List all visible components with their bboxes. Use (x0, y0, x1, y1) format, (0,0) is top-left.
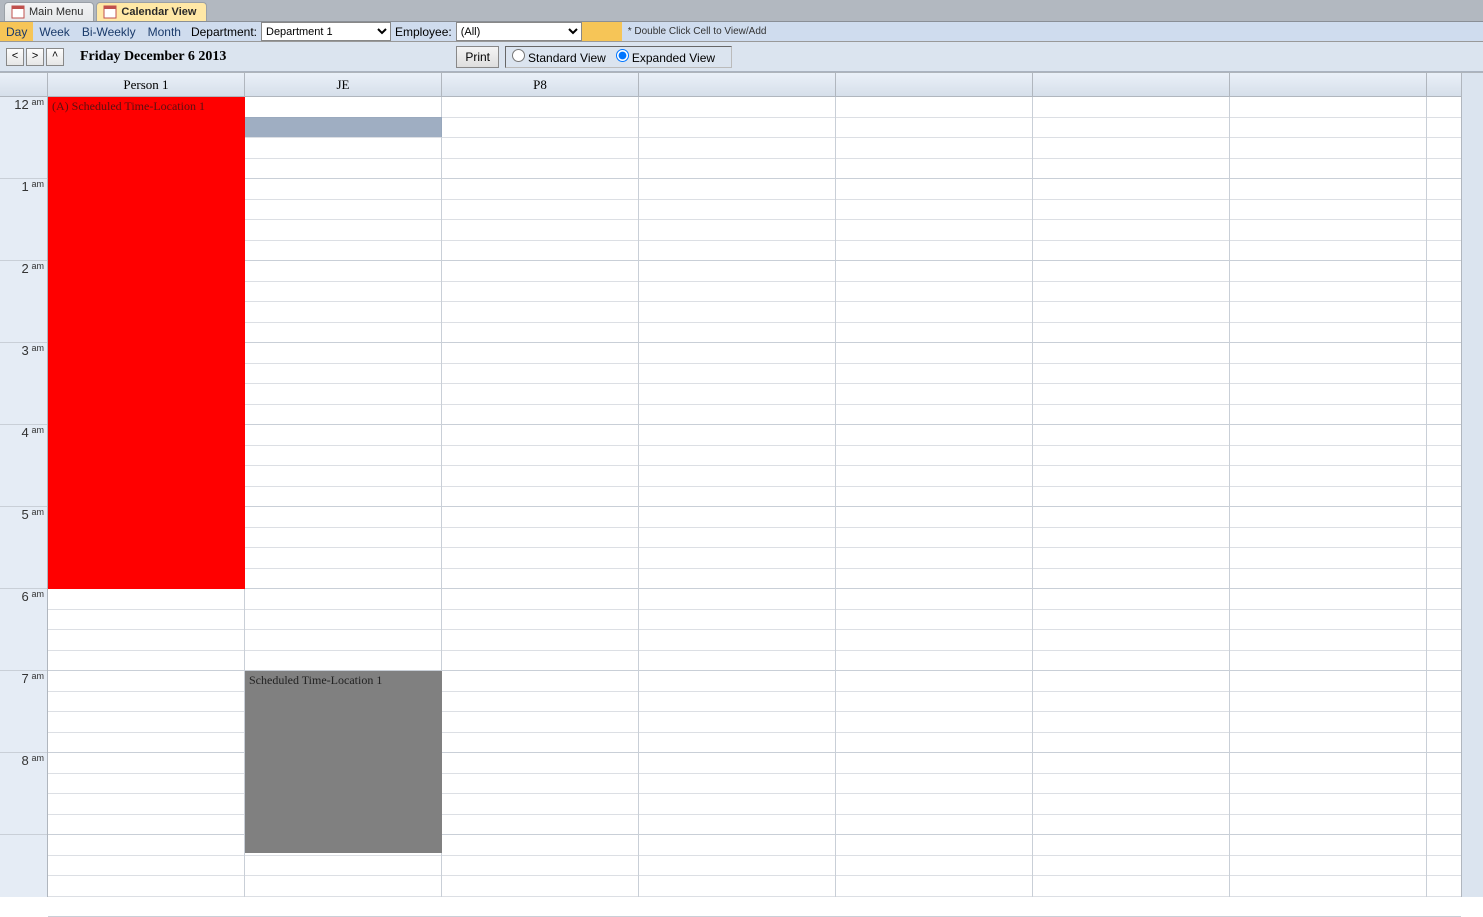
column-header[interactable] (1230, 73, 1427, 96)
print-button[interactable]: Print (456, 46, 499, 68)
time-slot[interactable] (48, 384, 1461, 405)
time-slot[interactable] (48, 897, 1461, 917)
time-slot[interactable] (48, 569, 1461, 590)
right-gutter (1461, 73, 1483, 897)
prev-button[interactable]: < (6, 48, 24, 66)
time-slot[interactable] (48, 487, 1461, 508)
tab-main-label: Main Menu (29, 6, 83, 18)
tab-main-menu[interactable]: Main Menu (4, 2, 94, 21)
column-header[interactable]: P8 (442, 73, 639, 96)
form-icon (11, 5, 25, 19)
view-month-button[interactable]: Month (142, 22, 187, 41)
time-slot[interactable] (48, 179, 1461, 200)
toolbar-spacer (772, 22, 1483, 41)
time-slot[interactable] (48, 610, 1461, 631)
time-label: 8 am (0, 753, 47, 835)
tab-calendar-label: Calendar View (121, 6, 196, 18)
time-slot[interactable] (48, 220, 1461, 241)
time-slot[interactable] (48, 446, 1461, 467)
time-slot[interactable] (48, 261, 1461, 282)
window-tab-bar: Main Menu Calendar View (0, 0, 1483, 22)
date-nav-bar: < > ^ Friday December 6 2013 Print Stand… (0, 42, 1483, 72)
employee-label: Employee: (391, 22, 456, 41)
view-radio-group: Standard View Expanded View (505, 46, 732, 68)
time-slot[interactable] (48, 323, 1461, 344)
time-slot[interactable] (48, 159, 1461, 180)
next-button[interactable]: > (26, 48, 44, 66)
department-label: Department: (187, 22, 261, 41)
time-label: 2 am (0, 261, 47, 343)
expanded-view-radio[interactable]: Expanded View (616, 49, 715, 65)
time-label: 5 am (0, 507, 47, 589)
column-header[interactable]: JE (245, 73, 442, 96)
event-scheduled-time-b[interactable]: Scheduled Time-Location 1 (245, 671, 442, 853)
tab-calendar-view[interactable]: Calendar View (96, 2, 207, 21)
toolbar-hint: * Double Click Cell to View/Add (622, 22, 773, 41)
view-day-button[interactable]: Day (0, 22, 33, 41)
time-slot[interactable] (48, 302, 1461, 323)
department-select[interactable]: Department 1 (261, 22, 391, 41)
time-slot[interactable] (48, 364, 1461, 385)
time-slot[interactable] (48, 876, 1461, 897)
column-headers: Person 1JEP8 (48, 73, 1461, 97)
time-slot[interactable] (48, 856, 1461, 877)
time-slot[interactable] (48, 630, 1461, 651)
up-button[interactable]: ^ (46, 48, 64, 66)
view-biweekly-button[interactable]: Bi-Weekly (76, 22, 142, 41)
time-slot[interactable] (48, 405, 1461, 426)
time-label: 7 am (0, 671, 47, 753)
time-slot[interactable] (48, 138, 1461, 159)
calendar-container: 12 am1 am2 am3 am4 am5 am6 am7 am8 am Pe… (0, 72, 1483, 897)
date-title: Friday December 6 2013 (80, 49, 226, 65)
time-slot[interactable] (48, 548, 1461, 569)
calendar-grid: Person 1JEP8 (A) Scheduled Time-Location… (48, 73, 1461, 897)
column-header[interactable]: Person 1 (48, 73, 245, 96)
time-slot[interactable] (48, 282, 1461, 303)
time-slot[interactable] (48, 507, 1461, 528)
time-slot[interactable] (48, 241, 1461, 262)
time-slot[interactable] (48, 200, 1461, 221)
time-slot[interactable] (48, 97, 1461, 118)
column-header[interactable] (639, 73, 836, 96)
form-icon (103, 5, 117, 19)
column-header[interactable] (1033, 73, 1230, 96)
time-label: 6 am (0, 589, 47, 671)
ghost-selection-bar[interactable] (245, 117, 442, 137)
time-header-blank (0, 73, 47, 97)
time-slot[interactable] (48, 466, 1461, 487)
toolbar: Day Week Bi-Weekly Month Department: Dep… (0, 22, 1483, 42)
view-week-button[interactable]: Week (33, 22, 75, 41)
time-column: 12 am1 am2 am3 am4 am5 am6 am7 am8 am (0, 73, 48, 897)
column-header[interactable] (836, 73, 1033, 96)
standard-view-radio[interactable]: Standard View (512, 49, 606, 65)
time-slot[interactable] (48, 528, 1461, 549)
event-scheduled-time-a[interactable]: (A) Scheduled Time-Location 1 (48, 97, 245, 589)
time-slot[interactable] (48, 651, 1461, 672)
time-slot[interactable] (48, 589, 1461, 610)
time-label: 3 am (0, 343, 47, 425)
grid-body[interactable]: (A) Scheduled Time-Location 1 Scheduled … (48, 97, 1461, 897)
employee-select[interactable]: (All) (456, 22, 582, 41)
time-label: 1 am (0, 179, 47, 261)
time-label: 4 am (0, 425, 47, 507)
time-slot[interactable] (48, 343, 1461, 364)
time-slot[interactable] (48, 425, 1461, 446)
time-label: 12 am (0, 97, 47, 179)
